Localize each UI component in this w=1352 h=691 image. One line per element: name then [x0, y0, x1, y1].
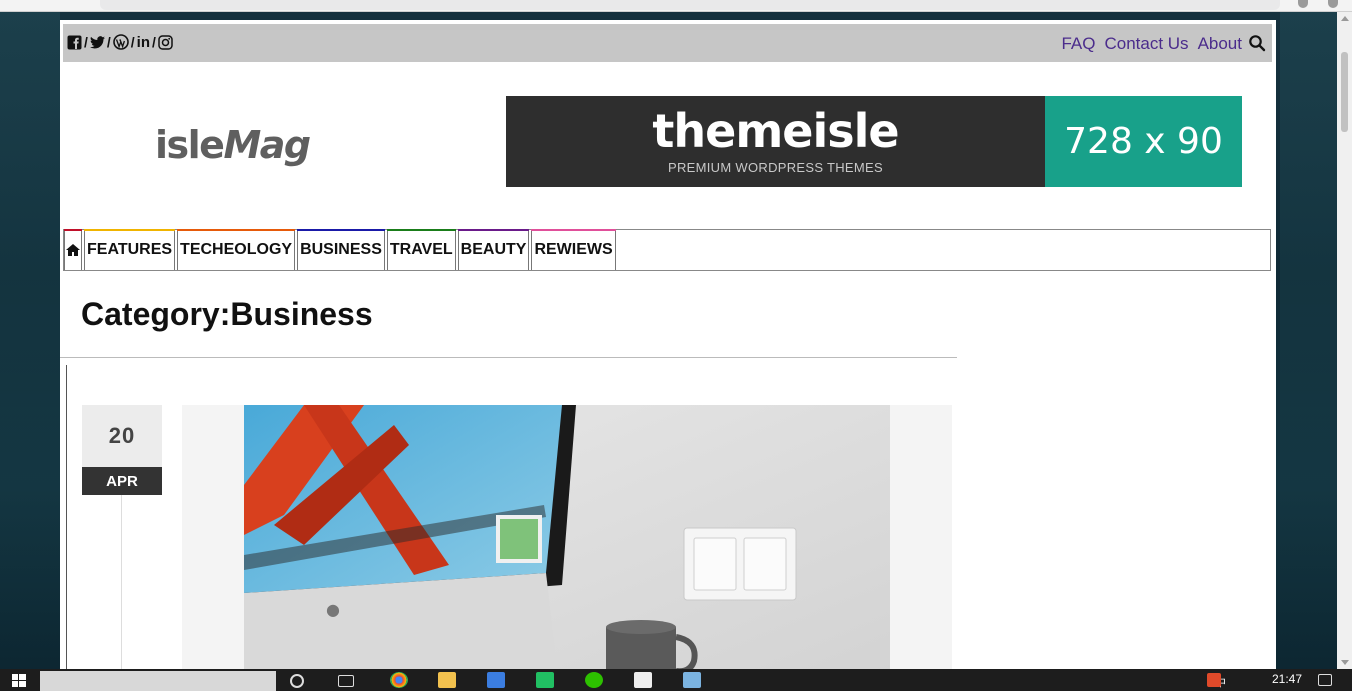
- taskbar-clock[interactable]: 21:47: [1272, 672, 1302, 686]
- nav-beauty[interactable]: BEAUTY: [457, 229, 530, 270]
- nav-features-label: FEATURES: [87, 241, 173, 258]
- nav-techeology-label: TECHEOLOGY: [180, 241, 293, 258]
- contact-us-link[interactable]: Contact Us: [1104, 34, 1188, 54]
- cortana-icon[interactable]: [290, 674, 304, 688]
- scroll-up-icon[interactable]: [1341, 16, 1349, 21]
- nav-techeology[interactable]: TECHEOLOGY: [177, 229, 296, 270]
- nav-travel-label: TRAVEL: [389, 241, 453, 258]
- social-links: / / / in /: [67, 34, 173, 51]
- website: / / / in / FAQ Contact Us About isleMag t…: [60, 20, 1276, 669]
- linkedin-icon[interactable]: in: [137, 34, 150, 51]
- post-card[interactable]: ●: [182, 405, 952, 669]
- browser-menu-icon[interactable]: [1328, 0, 1338, 8]
- post-month: APR: [82, 467, 162, 495]
- logo-part-isle: isle: [155, 123, 225, 167]
- nav-business-label: BUSINESS: [300, 241, 382, 258]
- main-nav: FEATURES TECHEOLOGY BUSINESS TRAVEL BEAU…: [63, 229, 1271, 271]
- facebook-icon[interactable]: [67, 34, 82, 50]
- site-logo[interactable]: isleMag: [155, 123, 311, 167]
- notification-icon[interactable]: [1318, 674, 1332, 686]
- browser-profile-icon[interactable]: [1298, 0, 1308, 8]
- tray-app-icon[interactable]: [1207, 673, 1221, 687]
- top-bar: / / / in / FAQ Contact Us About: [63, 24, 1272, 62]
- nav-features[interactable]: FEATURES: [84, 229, 176, 270]
- ad-banner[interactable]: themeisle PREMIUM WORDPRESS THEMES 728 x…: [506, 96, 1242, 187]
- banner-size: 728 x 90: [1045, 96, 1242, 187]
- scroll-thumb[interactable]: [1341, 52, 1348, 132]
- browser-chrome: [0, 0, 1352, 12]
- app-icon[interactable]: [683, 672, 701, 688]
- taskbar-search-box[interactable]: [40, 671, 276, 691]
- search-icon[interactable]: [1248, 34, 1266, 52]
- photos-icon[interactable]: [634, 672, 652, 688]
- title-divider: [60, 357, 957, 358]
- windows-taskbar: 中 21:47: [0, 669, 1352, 691]
- page-title: Category:Business: [81, 296, 373, 332]
- baidu-icon[interactable]: [487, 672, 505, 688]
- home-icon: [66, 244, 80, 256]
- wechat-icon[interactable]: [585, 672, 603, 688]
- banner-brand: themeisle: [652, 104, 899, 158]
- nav-rewiews[interactable]: REWIEWS: [531, 229, 616, 270]
- nav-business[interactable]: BUSINESS: [297, 229, 385, 270]
- windows-start-icon[interactable]: [12, 674, 26, 687]
- scroll-down-icon[interactable]: [1341, 660, 1349, 665]
- nav-home[interactable]: [64, 229, 82, 270]
- post-featured-image[interactable]: ●: [244, 405, 890, 669]
- wordpress-icon[interactable]: [112, 34, 129, 50]
- task-view-icon[interactable]: [338, 675, 354, 687]
- nav-travel[interactable]: TRAVEL: [386, 229, 456, 270]
- date-connector-line: [121, 495, 122, 669]
- banner-brand-panel: themeisle PREMIUM WORDPRESS THEMES: [506, 96, 1045, 187]
- post-date-badge: 20 APR: [82, 405, 162, 495]
- about-link[interactable]: About: [1198, 34, 1242, 54]
- nav-rewiews-label: REWIEWS: [534, 241, 613, 258]
- faq-link[interactable]: FAQ: [1061, 34, 1095, 54]
- address-bar[interactable]: [100, 0, 1280, 10]
- page-scrollbar[interactable]: [1337, 12, 1352, 669]
- chrome-icon[interactable]: [390, 672, 408, 688]
- pycharm-icon[interactable]: [536, 672, 554, 688]
- instagram-icon[interactable]: [158, 34, 173, 50]
- file-explorer-icon[interactable]: [438, 672, 456, 688]
- post-day: 20: [82, 405, 162, 467]
- logo-part-mag: Mag: [223, 123, 311, 167]
- svg-text:●: ●: [326, 600, 340, 619]
- nav-beauty-label: BEAUTY: [460, 241, 527, 258]
- top-nav: FAQ Contact Us About: [1061, 34, 1242, 54]
- banner-tagline: PREMIUM WORDPRESS THEMES: [668, 160, 883, 175]
- post-timeline-line: [66, 365, 67, 669]
- twitter-icon[interactable]: [89, 34, 105, 50]
